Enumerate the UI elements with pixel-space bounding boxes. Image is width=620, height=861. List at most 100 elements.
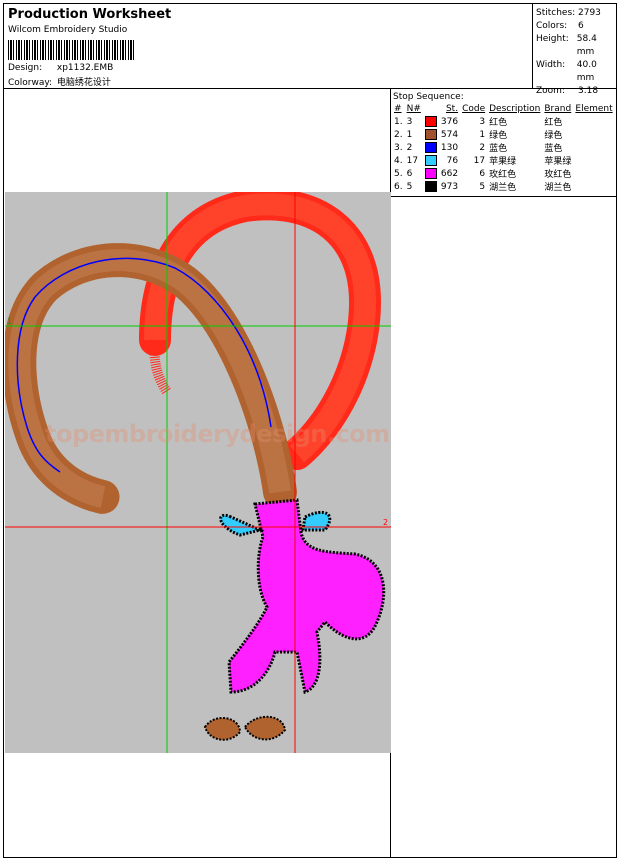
- goat-body: [203, 498, 386, 741]
- row-swatch: [423, 115, 439, 128]
- row-stitches: 376: [440, 116, 459, 127]
- divider-stops: [390, 196, 616, 197]
- row-element: [573, 167, 614, 180]
- row-description: 湖兰色: [489, 183, 517, 193]
- height-value: 58.4 mm: [576, 34, 597, 57]
- row-stitches: 662: [440, 168, 459, 179]
- col-index: #: [394, 104, 402, 114]
- row-code: 1: [479, 129, 486, 140]
- table-row: 5. 6 662 6 玫红色 玫红色: [392, 167, 615, 180]
- row-index: 1.: [394, 116, 403, 127]
- embroidery-design-art: [5, 192, 391, 753]
- row-element: [573, 128, 614, 141]
- colorway-value: 电脑绣花设计: [56, 78, 111, 88]
- row-brand: 湖兰色: [544, 183, 572, 193]
- color-swatch: [424, 116, 437, 127]
- barcode: [8, 40, 134, 60]
- row-index: 3.: [394, 142, 403, 153]
- guide-marker-1: 1: [7, 317, 13, 326]
- table-row: 2. 1 574 1 绿色 绿色: [392, 128, 615, 141]
- zoom-value: 3.18: [578, 86, 599, 96]
- worksheet-frame: Production Worksheet Wilcom Embroidery S…: [3, 3, 617, 858]
- col-stitches: St.: [445, 104, 459, 114]
- row-description: 苹果绿: [489, 157, 517, 167]
- row-swatch: [423, 167, 439, 180]
- row-description: 绿色: [489, 131, 508, 141]
- row-stitches: 973: [440, 181, 459, 192]
- colorway-label: Colorway:: [8, 78, 53, 88]
- divider-header: [4, 88, 616, 89]
- design-value: xp1132.EMB: [56, 63, 114, 73]
- row-needle: 2: [406, 142, 413, 153]
- stats-panel: Stitches: 2793 Colors: 6 Height: 58.4 mm Wi…: [536, 7, 616, 98]
- row-description: 蓝色: [489, 144, 508, 154]
- row-element: [573, 115, 614, 128]
- col-element: Element: [575, 104, 613, 114]
- row-swatch: [423, 180, 439, 193]
- colors-value: 6: [578, 21, 584, 31]
- color-swatch: [424, 142, 437, 153]
- row-description: 玫红色: [489, 170, 517, 180]
- row-needle: 5: [406, 181, 413, 192]
- page-title: Production Worksheet: [8, 7, 172, 22]
- table-row: 3. 2 130 2 蓝色 蓝色: [392, 141, 615, 154]
- height-label: Height:: [536, 34, 569, 44]
- row-brand: 红色: [544, 118, 563, 128]
- color-swatch: [424, 129, 437, 140]
- row-needle: 1: [406, 129, 413, 140]
- colorway-row: Colorway: 电脑绣花设计: [8, 75, 111, 88]
- stop-sequence-table: # N# St. Code Description Brand Element …: [392, 103, 615, 193]
- design-preview: topembroiderydesign.com 1 2: [5, 192, 391, 753]
- row-code: 17: [473, 155, 486, 166]
- row-swatch: [423, 154, 439, 167]
- stop-sequence-title: Stop Sequence:: [393, 92, 464, 102]
- stitches-value: 2793: [578, 8, 601, 18]
- row-stitches: 76: [446, 155, 459, 166]
- row-code: 6: [479, 168, 486, 179]
- row-brand: 玫红色: [544, 170, 572, 180]
- row-index: 5.: [394, 168, 403, 179]
- row-brand: 蓝色: [544, 144, 563, 154]
- row-needle: 17: [406, 155, 419, 166]
- col-description: Description: [489, 104, 541, 114]
- table-header-row: # N# St. Code Description Brand Element: [392, 103, 615, 115]
- design-row: Design: xp1132.EMB: [8, 63, 113, 73]
- row-element: [573, 154, 614, 167]
- company-name: Wilcom Embroidery Studio: [8, 25, 128, 35]
- color-swatch: [424, 181, 437, 192]
- color-swatch: [424, 168, 437, 179]
- row-brand: 绿色: [544, 131, 563, 141]
- color-swatch: [424, 155, 437, 166]
- guide-marker-2: 2: [383, 518, 389, 527]
- row-swatch: [423, 141, 439, 154]
- row-brand: 苹果绿: [544, 157, 572, 167]
- row-element: [573, 141, 614, 154]
- col-needle: N#: [406, 104, 421, 114]
- row-code: 3: [479, 116, 486, 127]
- row-description: 红色: [489, 118, 508, 128]
- row-index: 6.: [394, 181, 403, 192]
- row-code: 5: [479, 181, 486, 192]
- row-stitches: 574: [440, 129, 459, 140]
- row-needle: 3: [406, 116, 413, 127]
- watermark-text: topembroiderydesign.com: [45, 420, 390, 448]
- zoom-label: Zoom:: [536, 86, 565, 96]
- width-value: 40.0 mm: [576, 60, 597, 83]
- row-swatch: [423, 128, 439, 141]
- stitches-label: Stitches:: [536, 8, 576, 18]
- colors-label: Colors:: [536, 21, 568, 31]
- col-brand: Brand: [544, 104, 572, 114]
- divider-stats: [532, 4, 533, 88]
- table-row: 6. 5 973 5 湖兰色 湖兰色: [392, 180, 615, 193]
- row-index: 4.: [394, 155, 403, 166]
- col-code: Code: [462, 104, 486, 114]
- row-code: 2: [479, 142, 486, 153]
- design-label: Design:: [8, 63, 43, 73]
- row-index: 2.: [394, 129, 403, 140]
- table-row: 1. 3 376 3 红色 红色: [392, 115, 615, 128]
- width-label: Width:: [536, 60, 566, 70]
- row-needle: 6: [406, 168, 413, 179]
- table-row: 4. 17 76 17 苹果绿 苹果绿: [392, 154, 615, 167]
- row-stitches: 130: [440, 142, 459, 153]
- row-element: [573, 180, 614, 193]
